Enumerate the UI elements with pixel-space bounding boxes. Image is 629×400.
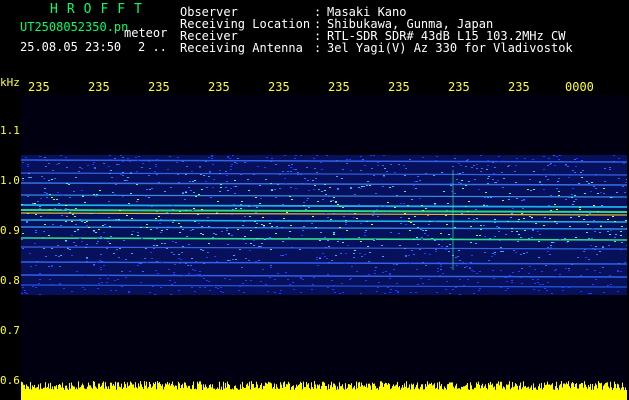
x-tick-label: 235 (448, 80, 470, 94)
x-tick-label: 235 (208, 80, 230, 94)
x-tick-label: 235 (328, 80, 350, 94)
spectrogram (21, 155, 627, 295)
y-tick-label: 0.9 (0, 224, 20, 237)
x-tick-label: 0000 (565, 80, 594, 94)
y-unit-label: kHz (0, 76, 20, 89)
x-tick-label: 235 (268, 80, 290, 94)
antenna-value: 3el Yagi(V) Az 330 for Vladivostok (327, 41, 573, 55)
x-tick-label: 235 (508, 80, 530, 94)
y-tick-label: 0.6 (0, 374, 20, 387)
antenna-key: Receiving Antenna (180, 41, 303, 55)
y-tick-label: 1.1 (0, 124, 20, 137)
spectrogram-plot (21, 95, 627, 400)
file-name: UT2508052350.pn (20, 20, 129, 34)
x-tick-label: 235 (148, 80, 170, 94)
detection-count: 2 .. (138, 40, 167, 54)
y-tick-label: 0.8 (0, 274, 20, 287)
signal-level-bar (21, 381, 627, 400)
y-tick-label: 1.0 (0, 174, 20, 187)
header: HROFFT UT2508052350.pn meteor 25.08.05 2… (0, 0, 629, 72)
y-tick-label: 0.7 (0, 324, 20, 337)
timestamp: 25.08.05 23:50 (20, 40, 122, 54)
x-tick-label: 235 (88, 80, 110, 94)
antenna-sep: : (314, 41, 322, 55)
x-tick-label: 235 (28, 80, 50, 94)
meteor-label: meteor (124, 26, 168, 40)
x-tick-label: 235 (388, 80, 410, 94)
brand-title: HROFFT (50, 2, 151, 17)
